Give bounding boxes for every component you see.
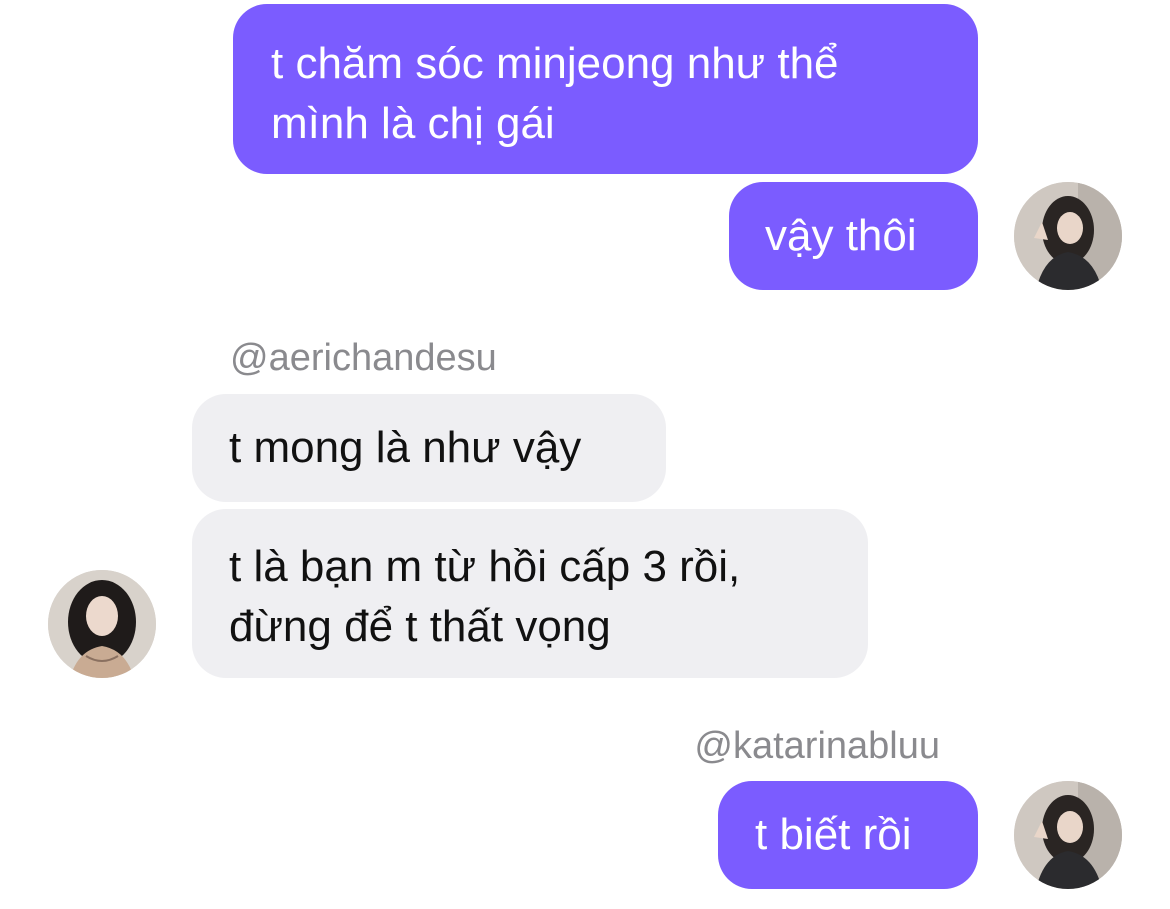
sender-username: @katarinabluu xyxy=(694,725,940,767)
message-bubble-incoming[interactable]: t mong là như vậy xyxy=(192,394,666,502)
self-avatar[interactable] xyxy=(1014,182,1122,290)
contact-avatar[interactable] xyxy=(48,570,156,678)
message-bubble-outgoing[interactable]: t chăm sóc minjeong như thể mình là chị … xyxy=(233,4,978,174)
sender-username: @aerichandesu xyxy=(230,337,497,379)
message-bubble-outgoing[interactable]: vậy thôi xyxy=(729,182,978,290)
message-bubble-incoming[interactable]: t là bạn m từ hồi cấp 3 rồi, đừng để t t… xyxy=(192,509,868,678)
self-avatar[interactable] xyxy=(1014,781,1122,889)
message-bubble-outgoing[interactable]: t biết rồi xyxy=(718,781,978,889)
